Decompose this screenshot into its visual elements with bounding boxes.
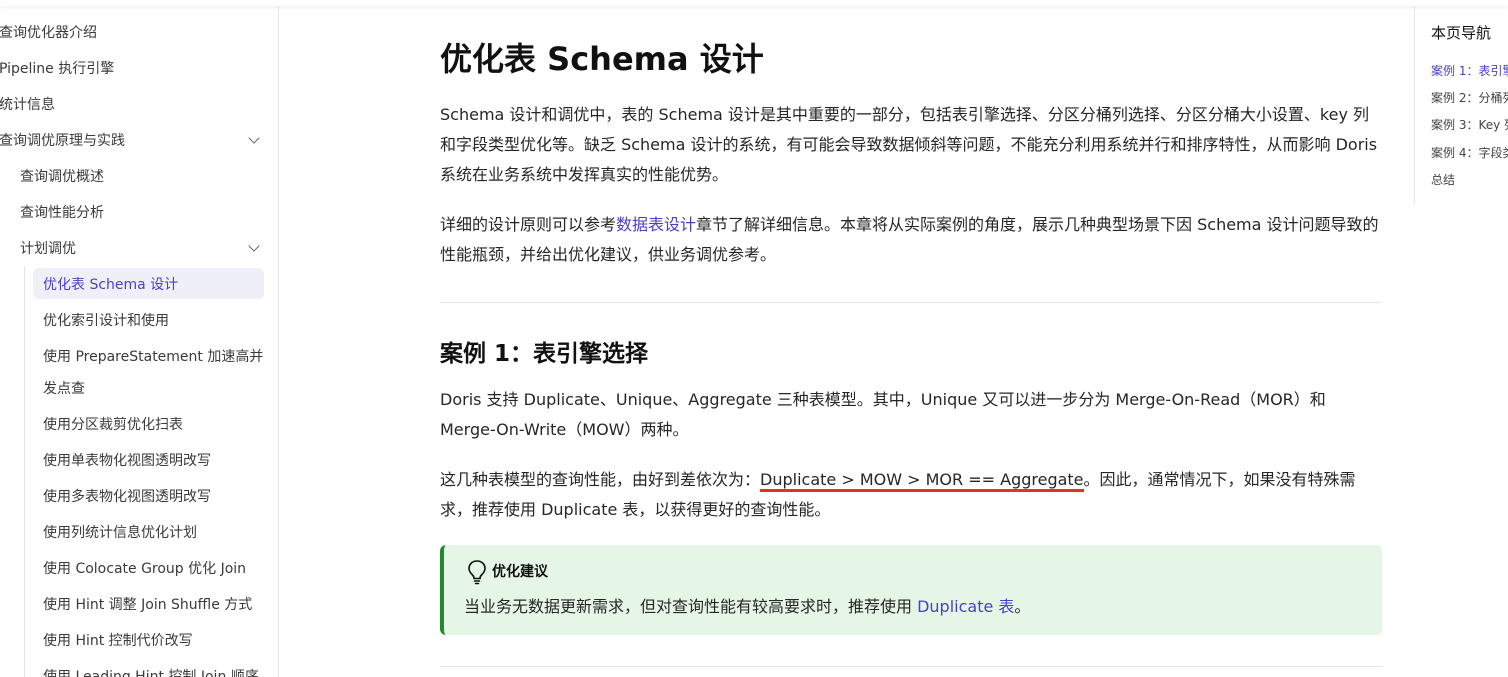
intro-paragraph-1: Schema 设计和调优中，表的 Schema 设计是其中重要的一部分，包括表引… — [440, 105, 1378, 184]
callout-body: 当业务无数据更新需求，但对查询性能有较高要求时，推荐使用 Duplicate 表… — [464, 593, 1030, 617]
sidebar-item-single-mv[interactable]: 使用单表物化视图透明改写 — [43, 450, 211, 470]
sidebar-item-leading-hint[interactable]: 使用 Leading Hint 控制 Join 顺序 — [43, 666, 259, 677]
toc-item-summary[interactable]: 总结 — [1431, 171, 1455, 188]
sidebar-item-pipeline[interactable]: Pipeline 执行引擎 — [0, 58, 114, 78]
toc-item-case2[interactable]: 案例 2：分桶列选择 — [1431, 89, 1508, 106]
page-toc: 本页导航 案例 1：表引擎选择 案例 2：分桶列选择 案例 3：Key 列优化 … — [1414, 0, 1508, 205]
intro-p2-text: 详细的设计原则可以参考 — [440, 215, 617, 234]
sidebar-item-schema-design[interactable]: 优化表 Schema 设计 — [43, 274, 178, 294]
sidebar-item-plan-tuning[interactable]: 计划调优 — [20, 238, 76, 258]
divider — [440, 666, 1382, 667]
toc-item-case4[interactable]: 案例 4：字段类型优化 — [1431, 144, 1508, 161]
callout-text-after: 。 — [1014, 597, 1031, 616]
sidebar-item-colocate-group[interactable]: 使用 Colocate Group 优化 Join — [43, 558, 246, 578]
sidebar-item-query-optimizer[interactable]: 查询优化器介绍 — [0, 22, 97, 42]
duplicate-table-link[interactable]: Duplicate 表 — [917, 597, 1014, 616]
lightbulb-icon — [468, 560, 486, 585]
sidebar-item-partition-pruning[interactable]: 使用分区裁剪优化扫表 — [43, 414, 183, 434]
sidebar-item-column-stats[interactable]: 使用列统计信息优化计划 — [43, 522, 197, 542]
sidebar-item-performance-analysis[interactable]: 查询性能分析 — [20, 202, 104, 222]
sidebar-item-prepare-statement-cont[interactable]: 发点查 — [43, 378, 85, 398]
sidebar-nav: 查询优化器介绍 Pipeline 执行引擎 统计信息 查询调优原理与实践 查询调… — [0, 6, 279, 677]
sidebar-item-index-design[interactable]: 优化索引设计和使用 — [43, 310, 169, 330]
toc-item-case1[interactable]: 案例 1：表引擎选择 — [1431, 62, 1508, 79]
top-bar — [0, 0, 1508, 6]
sidebar-tree-line — [24, 266, 25, 677]
section1-paragraph-2: 这几种表模型的查询性能，由好到差依次为：Duplicate > MOW > MO… — [440, 465, 1380, 525]
sidebar-item-prepare-statement[interactable]: 使用 PrepareStatement 加速高并 — [43, 346, 263, 366]
chevron-down-icon[interactable] — [248, 132, 260, 144]
section1-paragraph-1: Doris 支持 Duplicate、Unique、Aggregate 三种表模… — [440, 390, 1326, 439]
section-heading-case1: 案例 1：表引擎选择 — [440, 341, 649, 367]
table-design-link[interactable]: 数据表设计 — [616, 215, 696, 234]
sidebar-item-query-tuning[interactable]: 查询调优原理与实践 — [0, 130, 125, 150]
section1-p2-text: 这几种表模型的查询性能，由好到差依次为： — [440, 470, 761, 489]
sidebar-item-hint-cost[interactable]: 使用 Hint 控制代价改写 — [43, 630, 193, 650]
divider — [440, 302, 1382, 303]
callout-title: 优化建议 — [492, 564, 548, 580]
sidebar-item-hint-shuffle[interactable]: 使用 Hint 调整 Join Shuffle 方式 — [43, 594, 252, 614]
tip-callout: 优化建议 当业务无数据更新需求，但对查询性能有较高要求时，推荐使用 Duplic… — [440, 545, 1382, 635]
chevron-down-icon[interactable] — [248, 240, 260, 252]
intro-paragraph-2: 详细的设计原则可以参考数据表设计章节了解详细信息。本章将从实际案例的角度，展示几… — [440, 210, 1380, 270]
performance-order-highlight: Duplicate > MOW > MOR == Aggregate — [760, 470, 1084, 492]
sidebar-item-statistics[interactable]: 统计信息 — [0, 94, 55, 114]
callout-text: 当业务无数据更新需求，但对查询性能有较高要求时，推荐使用 — [464, 597, 918, 616]
page-title: 优化表 Schema 设计 — [440, 40, 764, 78]
sidebar-item-tuning-overview[interactable]: 查询调优概述 — [20, 166, 104, 186]
sidebar-item-multi-mv[interactable]: 使用多表物化视图透明改写 — [43, 486, 211, 506]
toc-item-case3[interactable]: 案例 3：Key 列优化 — [1431, 116, 1508, 133]
toc-title: 本页导航 — [1431, 24, 1492, 42]
